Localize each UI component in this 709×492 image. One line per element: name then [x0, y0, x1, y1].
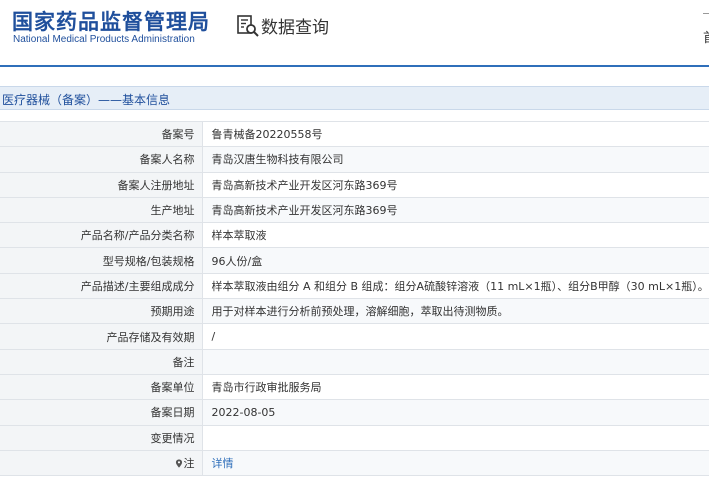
row-label: 预期用途 [0, 298, 203, 325]
row-label: 产品名称/产品分类名称 [0, 222, 203, 249]
table-row: 产品描述/主要组成成分 样本萃取液由组分 A 和组分 B 组成：组分A硫酸锌溶液… [0, 272, 709, 300]
site-header: 国家药品监督管理局 National Medical Products Admi… [0, 0, 709, 67]
table-row: 注 详情 [0, 449, 709, 477]
section-title: 医疗器械（备案）——基本信息 [2, 93, 171, 107]
row-label-note: 注 [0, 449, 203, 477]
row-label: 生产地址 [0, 196, 203, 224]
table-row: 备案人注册地址 青岛高新技术产业开发区河东路369号 [0, 171, 709, 198]
row-value: 详情 [202, 449, 709, 477]
row-value [202, 424, 709, 451]
table-row: 生产地址 青岛高新技术产业开发区河东路369号 [0, 196, 709, 224]
location-pin-icon [175, 459, 182, 468]
row-value: 青岛汉唐生物科技有限公司 [202, 146, 709, 173]
table-row: 备案号 鲁青械备20220558号 [0, 120, 709, 148]
table-row: 备注 [0, 348, 709, 375]
row-label: 变更情况 [0, 424, 203, 451]
row-label: 产品描述/主要组成成分 [0, 272, 203, 300]
note-label: 注 [183, 457, 195, 470]
row-label: 型号规格/包装规格 [0, 247, 203, 274]
row-value: 96人份/盒 [202, 247, 709, 274]
page-title: 数据查询 [261, 18, 329, 38]
agency-logo-cn[interactable]: 国家药品监督管理局 [12, 6, 210, 36]
row-label: 备注 [0, 348, 203, 375]
row-value: 用于对样本进行分析前预处理，溶解细胞，萃取出待测物质。 [202, 298, 709, 325]
row-label: 产品存储及有效期 [0, 323, 203, 350]
table-row: 产品名称/产品分类名称 样本萃取液 [0, 222, 709, 249]
row-value: 鲁青械备20220558号 [202, 120, 709, 148]
table-row: 预期用途 用于对样本进行分析前预处理，溶解细胞，萃取出待测物质。 [0, 298, 709, 325]
record-table: 备案号 鲁青械备20220558号 备案人名称 青岛汉唐生物科技有限公司 备案人… [0, 120, 709, 477]
row-value: 青岛高新技术产业开发区河东路369号 [202, 196, 709, 224]
table-row: 备案日期 2022-08-05 [0, 399, 709, 426]
row-value: 青岛高新技术产业开发区河东路369号 [202, 171, 709, 198]
table-row: 备案单位 青岛市行政审批服务局 [0, 373, 709, 401]
details-link[interactable]: 详情 [212, 457, 234, 470]
row-label: 备案号 [0, 120, 203, 148]
row-value: 青岛市行政审批服务局 [202, 373, 709, 401]
row-value: / [202, 323, 709, 350]
table-row: 备案人名称 青岛汉唐生物科技有限公司 [0, 146, 709, 173]
agency-logo-en[interactable]: National Medical Products Administration [13, 34, 195, 45]
row-value: 样本萃取液 [202, 222, 709, 249]
home-link[interactable]: 首 [703, 27, 709, 46]
table-row: 变更情况 [0, 424, 709, 451]
data-search-icon [237, 15, 259, 37]
row-label: 备案人注册地址 [0, 171, 203, 198]
row-value: 2022-08-05 [202, 399, 709, 426]
row-label: 备案日期 [0, 399, 203, 426]
row-value: 样本萃取液由组分 A 和组分 B 组成：组分A硫酸锌溶液（11 mL×1瓶）、组… [202, 272, 709, 300]
table-row: 型号规格/包装规格 96人份/盒 [0, 247, 709, 274]
section-header: 医疗器械（备案）——基本信息 [0, 86, 709, 110]
row-label: 备案单位 [0, 373, 203, 401]
table-row: 产品存储及有效期 / [0, 323, 709, 350]
row-value [202, 348, 709, 375]
row-label: 备案人名称 [0, 146, 203, 173]
header-divider [703, 13, 709, 14]
